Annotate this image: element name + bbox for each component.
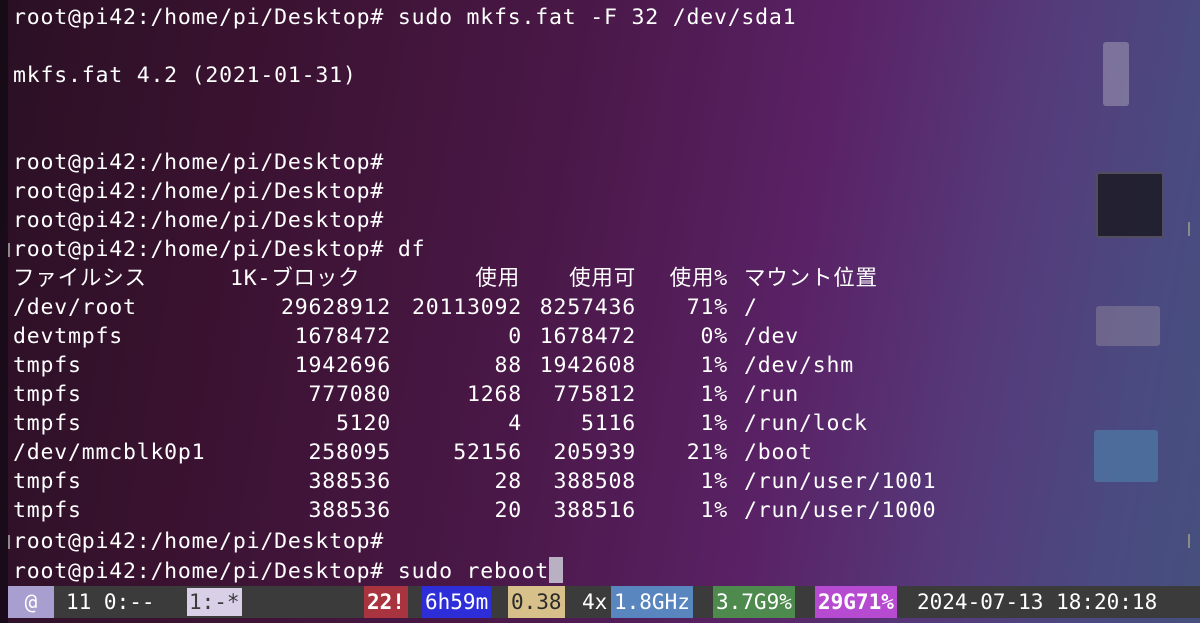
- df-cell-mounted-on: /run/user/1001: [744, 469, 937, 494]
- df-row: tmpfs 777080 1268 775812 1% /run: [0, 380, 1200, 409]
- session-marker[interactable]: @: [8, 586, 54, 618]
- df-row: tmpfs 388536 28 388508 1% /run/user/1001: [0, 467, 1200, 496]
- df-cell-filesystem: devtmpfs: [13, 324, 123, 349]
- terminal-line: root@pi42:/home/pi/Desktop#: [13, 208, 385, 233]
- terminal-line: root@pi42:/home/pi/Desktop# df: [13, 237, 426, 262]
- text-cursor: [549, 557, 564, 583]
- df-row: tmpfs 5120 4 5116 1% /run/lock: [0, 409, 1200, 438]
- df-cell-available: 8257436: [539, 295, 636, 320]
- df-cell-blocks: 777080: [308, 382, 391, 407]
- df-cell-mounted-on: /run/lock: [744, 411, 868, 436]
- df-cell-filesystem: tmpfs: [13, 411, 82, 436]
- date-time: 2024-07-13 18:20:18: [917, 590, 1158, 614]
- terminal-line: root@pi42:/home/pi/Desktop# sudo mkfs.fa…: [13, 5, 797, 30]
- df-cell-used: 28: [494, 469, 522, 494]
- df-cell-used: 52156: [453, 440, 522, 465]
- df-cell-available: 1942608: [539, 353, 636, 378]
- df-cell-available: 775812: [553, 382, 636, 407]
- df-cell-filesystem: /dev/root: [13, 295, 137, 320]
- memory-usage-badge: 3.7G9%: [713, 586, 795, 618]
- df-cell-available: 5116: [581, 411, 636, 436]
- df-header-available: 使用可: [569, 266, 636, 291]
- df-cell-used: 20113092: [412, 295, 522, 320]
- df-cell-used: 88: [494, 353, 522, 378]
- cpu-frequency-badge: 1.8GHz: [611, 586, 693, 618]
- terminal-line: root@pi42:/home/pi/Desktop#: [13, 150, 385, 175]
- df-cell-mounted-on: /boot: [744, 440, 813, 465]
- df-cell-used: 1268: [467, 382, 522, 407]
- df-header-used: 使用: [475, 266, 520, 291]
- df-cell-blocks: 1942696: [294, 353, 391, 378]
- pane-marker: [1188, 222, 1190, 236]
- df-cell-use-percent: 21%: [686, 440, 728, 465]
- uptime-badge: 6h59m: [422, 586, 492, 618]
- load-average-badge: 0.38: [508, 586, 565, 618]
- df-header-row: ファイルシス 1K-ブロック 使用 使用可 使用% マウント位置: [0, 264, 1200, 293]
- df-cell-use-percent: 1%: [700, 411, 728, 436]
- df-cell-mounted-on: /dev/shm: [744, 353, 854, 378]
- df-cell-use-percent: 1%: [700, 498, 728, 523]
- df-cell-blocks: 258095: [308, 440, 391, 465]
- df-cell-filesystem: tmpfs: [13, 498, 82, 523]
- df-cell-blocks: 388536: [308, 469, 391, 494]
- df-cell-used: 4: [508, 411, 522, 436]
- df-cell-mounted-on: /run: [744, 382, 799, 407]
- df-cell-use-percent: 1%: [700, 382, 728, 407]
- df-cell-filesystem: tmpfs: [13, 469, 82, 494]
- df-cell-filesystem: tmpfs: [13, 382, 82, 407]
- df-cell-used: 0: [508, 324, 522, 349]
- df-cell-filesystem: tmpfs: [13, 353, 82, 378]
- pane-marker: [8, 243, 10, 257]
- df-cell-available: 388508: [553, 469, 636, 494]
- window-name[interactable]: 1:-*: [187, 588, 242, 616]
- df-row: /dev/mmcblk0p1 258095 52156 205939 21% /boot: [0, 438, 1200, 467]
- df-cell-used: 20: [494, 498, 522, 523]
- df-row: tmpfs 388536 20 388516 1% /run/user/1000: [0, 496, 1200, 525]
- terminal-command-line[interactable]: root@pi42:/home/pi/Desktop# sudo reboot: [13, 557, 564, 585]
- disk-usage-badge: 29G71%: [815, 586, 897, 618]
- pane-marker: [8, 535, 10, 549]
- df-row: /dev/root 29628912 20113092 8257436 71% /: [0, 293, 1200, 322]
- df-header-mounted-on: マウント位置: [744, 266, 878, 291]
- terminal-line: mkfs.fat 4.2 (2021-01-31): [13, 63, 357, 88]
- df-cell-available: 388516: [553, 498, 636, 523]
- df-cell-mounted-on: /: [744, 295, 758, 320]
- df-cell-available: 1678472: [539, 324, 636, 349]
- terminal-window[interactable]: root@pi42:/home/pi/Desktop# sudo mkfs.fa…: [0, 0, 1200, 623]
- df-cell-use-percent: 1%: [700, 353, 728, 378]
- alert-count-badge: 22!: [364, 586, 408, 618]
- df-cell-mounted-on: /dev: [744, 324, 799, 349]
- df-header-blocks: 1K-ブロック: [230, 266, 361, 291]
- df-row: tmpfs 1942696 88 1942608 1% /dev/shm: [0, 351, 1200, 380]
- terminal-input-text: root@pi42:/home/pi/Desktop# sudo reboot: [13, 559, 550, 584]
- df-cell-blocks: 5120: [336, 411, 391, 436]
- df-header-use-percent: 使用%: [669, 266, 728, 291]
- pane-marker: [1188, 534, 1190, 548]
- df-cell-use-percent: 1%: [700, 469, 728, 494]
- df-cell-available: 205939: [553, 440, 636, 465]
- df-cell-mounted-on: /run/user/1000: [744, 498, 937, 523]
- df-cell-use-percent: 71%: [686, 295, 728, 320]
- terminal-line: root@pi42:/home/pi/Desktop#: [13, 179, 385, 204]
- window-index[interactable]: 11 0:--: [66, 586, 155, 618]
- df-cell-blocks: 29628912: [281, 295, 391, 320]
- df-cell-blocks: 388536: [308, 498, 391, 523]
- df-cell-filesystem: /dev/mmcblk0p1: [13, 440, 206, 465]
- df-row: devtmpfs 1678472 0 1678472 0% /dev: [0, 322, 1200, 351]
- df-header-filesystem: ファイルシス: [13, 266, 147, 291]
- df-cell-use-percent: 0%: [700, 324, 728, 349]
- status-bar: @ 11 0:-- 1:-* 22! 6h59m 0.38 4x 1.8GHz …: [8, 586, 1200, 618]
- df-cell-blocks: 1678472: [294, 324, 391, 349]
- cpu-count: 4x: [582, 590, 608, 614]
- terminal-line: root@pi42:/home/pi/Desktop#: [13, 529, 385, 554]
